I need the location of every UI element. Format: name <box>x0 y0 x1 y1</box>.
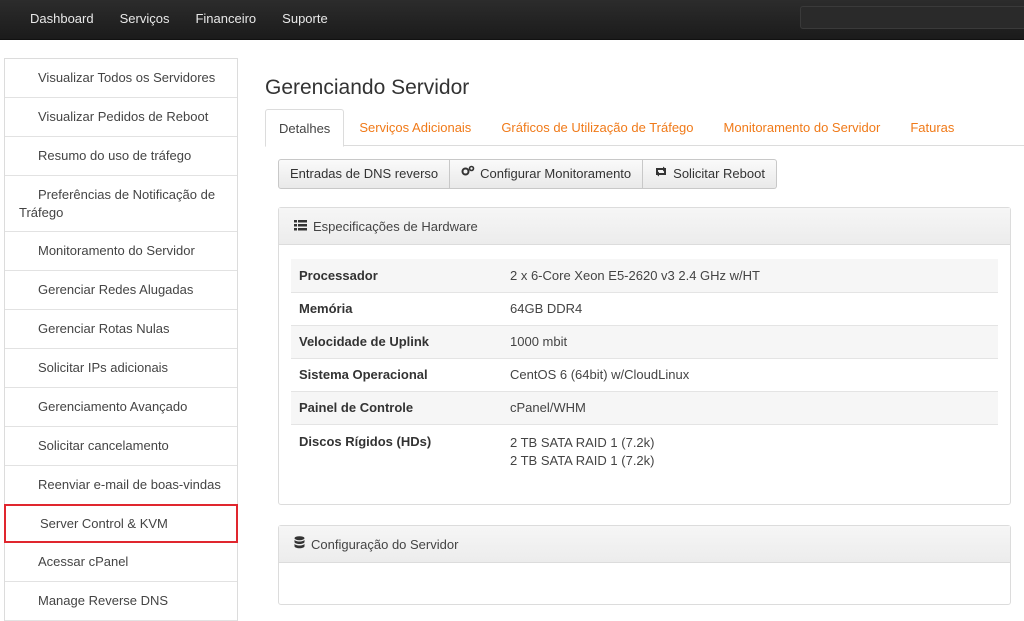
nav-dashboard[interactable]: Dashboard <box>17 0 107 40</box>
sidebar-item-server-monitoring[interactable]: Monitoramento do Servidor <box>5 232 237 271</box>
spec-label: Velocidade de Uplink <box>291 324 502 358</box>
sidebar-item-resend-welcome[interactable]: Reenviar e-mail de boas-vindas <box>5 466 237 505</box>
hardware-specs-table: Processador 2 x 6-Core Xeon E5-2620 v3 2… <box>291 259 998 484</box>
spec-label: Processador <box>291 259 502 292</box>
reverse-dns-label: Entradas de DNS reverso <box>290 166 439 181</box>
table-row: Painel de Controle cPanel/WHM <box>291 390 998 424</box>
sidebar-item-access-cpanel[interactable]: Acessar cPanel <box>5 543 237 582</box>
tab-servicos-adicionais[interactable]: Serviços Adicionais <box>344 109 486 146</box>
configure-monitoring-button[interactable]: Configurar Monitoramento <box>450 159 644 189</box>
hardware-specs-title: Especificações de Hardware <box>313 218 478 234</box>
sidebar-item-traffic-summary[interactable]: Resumo do uso de tráfego <box>5 137 237 176</box>
sidebar-item-null-routes[interactable]: Gerenciar Rotas Nulas <box>5 310 237 349</box>
spec-value: CentOS 6 (64bit) w/CloudLinux <box>502 357 998 391</box>
sidebar-item-view-all-servers[interactable]: Visualizar Todos os Servidores <box>5 59 237 98</box>
list-icon <box>294 208 307 245</box>
table-row: Processador 2 x 6-Core Xeon E5-2620 v3 2… <box>291 259 998 292</box>
nav-financeiro[interactable]: Financeiro <box>182 0 269 40</box>
sidebar-item-advanced-management[interactable]: Gerenciamento Avançado <box>5 388 237 427</box>
spec-value: 2 x 6-Core Xeon E5-2620 v3 2.4 GHz w/HT <box>502 259 998 292</box>
sidebar-item-server-control-kvm[interactable]: Server Control & KVM <box>4 504 238 543</box>
sidebar-item-rented-networks[interactable]: Gerenciar Redes Alugadas <box>5 271 237 310</box>
spec-value: cPanel/WHM <box>502 390 998 424</box>
spec-value: 2 TB SATA RAID 1 (7.2k) 2 TB SATA RAID 1… <box>502 423 998 484</box>
action-button-group: Entradas de DNS reverso Configurar Monit… <box>278 159 777 189</box>
table-row: Memória 64GB DDR4 <box>291 291 998 325</box>
sidebar: Visualizar Todos os Servidores Visualiza… <box>4 58 238 621</box>
database-icon <box>294 526 305 563</box>
tabs: Detalhes Serviços Adicionais Gráficos de… <box>265 109 1024 147</box>
sidebar-item-request-ips[interactable]: Solicitar IPs adicionais <box>5 349 237 388</box>
sidebar-item-reboot-requests[interactable]: Visualizar Pedidos de Reboot <box>5 98 237 137</box>
table-row: Discos Rígidos (HDs) 2 TB SATA RAID 1 (7… <box>291 423 998 484</box>
tab-monitoramento[interactable]: Monitoramento do Servidor <box>709 109 896 146</box>
spec-value: 64GB DDR4 <box>502 291 998 325</box>
spec-label: Painel de Controle <box>291 390 502 424</box>
nav-suporte[interactable]: Suporte <box>269 0 341 40</box>
tab-faturas[interactable]: Faturas <box>895 109 969 146</box>
table-row: Velocidade de Uplink 1000 mbit <box>291 324 998 358</box>
spec-label: Memória <box>291 291 502 325</box>
spec-label: Discos Rígidos (HDs) <box>291 423 502 484</box>
sidebar-item-manage-reverse-dns[interactable]: Manage Reverse DNS <box>5 582 237 621</box>
sidebar-item-traffic-notifications[interactable]: Preferências de Notificação de Tráfego <box>5 176 237 232</box>
spec-value: 1000 mbit <box>502 324 998 358</box>
tab-detalhes[interactable]: Detalhes <box>265 109 345 147</box>
server-config-title: Configuração do Servidor <box>311 536 459 552</box>
configure-monitoring-label: Configurar Monitoramento <box>480 166 632 181</box>
server-config-header: Configuração do Servidor <box>279 526 1010 563</box>
tab-graficos-trafego[interactable]: Gráficos de Utilização de Tráfego <box>486 109 708 146</box>
reverse-dns-button[interactable]: Entradas de DNS reverso <box>278 159 451 189</box>
spec-value-line: 2 TB SATA RAID 1 (7.2k) <box>510 434 655 450</box>
main-content: Gerenciando Servidor Detalhes Serviços A… <box>265 58 1024 605</box>
search-input[interactable] <box>800 6 1024 29</box>
hardware-specs-header: Especificações de Hardware <box>279 208 1010 245</box>
request-reboot-button[interactable]: Solicitar Reboot <box>643 159 777 189</box>
gears-icon <box>461 160 475 188</box>
retweet-icon <box>654 160 668 188</box>
hardware-specs-panel: Especificações de Hardware Processador 2… <box>278 207 1011 505</box>
top-nav: Dashboard Serviços Financeiro Suporte <box>17 0 341 40</box>
page-title: Gerenciando Servidor <box>265 76 470 99</box>
request-reboot-label: Solicitar Reboot <box>673 166 765 181</box>
spec-value-line: 2 TB SATA RAID 1 (7.2k) <box>510 452 655 468</box>
table-row: Sistema Operacional CentOS 6 (64bit) w/C… <box>291 357 998 391</box>
server-config-panel: Configuração do Servidor <box>278 525 1011 605</box>
sidebar-item-request-cancellation[interactable]: Solicitar cancelamento <box>5 427 237 466</box>
top-navbar: Dashboard Serviços Financeiro Suporte <box>0 0 1024 40</box>
spec-label: Sistema Operacional <box>291 357 502 391</box>
nav-servicos[interactable]: Serviços <box>107 0 183 40</box>
